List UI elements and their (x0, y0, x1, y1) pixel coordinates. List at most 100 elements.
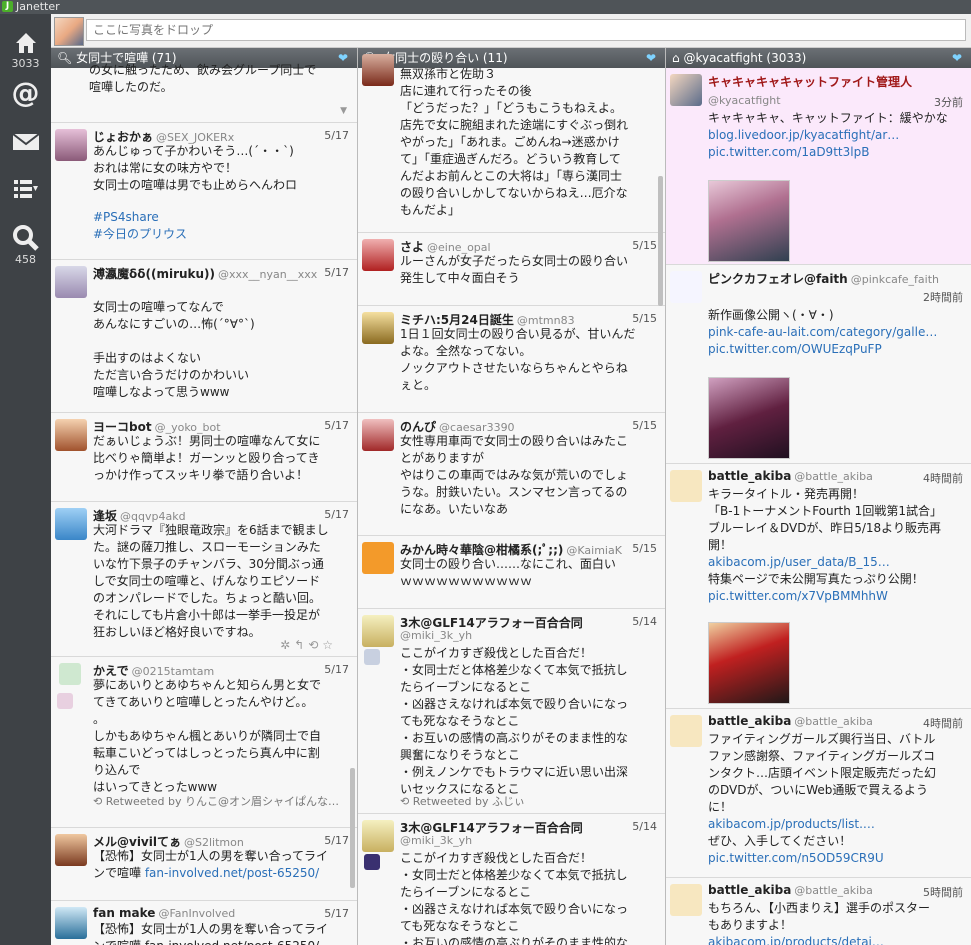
avatar[interactable] (55, 129, 87, 161)
tweet[interactable]: さよ @eine_opal 5/15 ルーさんが女子だったら女同士の殴り合い 発生… (358, 233, 665, 306)
tweet-link[interactable]: pink-cafe-au-lait.com/category/galle… (708, 325, 937, 339)
avatar[interactable] (55, 266, 87, 298)
tweet-link[interactable]: blog.livedoor.jp/kyacatfight/ar… (708, 128, 899, 142)
tweet-text: 【恐怖】女同士が1人の男を奪い合ってライ ンで喧嘩 fan-involved.n… (93, 849, 329, 880)
tweet[interactable]: の女に触ったため、飲み会グループ同士で 喧嘩したのだ。 ▼ (51, 63, 357, 123)
avatar[interactable] (55, 907, 87, 939)
tweet-text: 女性専用車両で女同士の殴り合いはみたこ とがありますが やはりこの車両ではみな気… (400, 434, 629, 516)
retweeter-avatar[interactable] (364, 854, 380, 870)
tweet[interactable]: fan make @FanInvolved 5/17 【恐怖】女同士が1人の男を奪… (51, 901, 357, 945)
tweet-author[interactable]: battle_akiba @battle_akiba (708, 469, 873, 483)
tweet-author[interactable]: battle_akiba @battle_akiba (708, 883, 873, 897)
column-header: ⌂ @kyacatfight (3033) ❤︎ (666, 48, 971, 68)
tweet-date: 5/17 (324, 907, 349, 920)
mentions-button[interactable]: @ (0, 78, 51, 108)
tweet[interactable]: キャキャキャキャットファイト管理人 @kyacatfight 3分前 キャキャキ… (666, 68, 971, 265)
tweet[interactable]: ミチハ:5月24日誕生 @mtmn83 5/15 1日１回女同士の殴り合い見るが、… (358, 306, 665, 413)
column-body[interactable]: キャキャキャキャットファイト管理人 @kyacatfight 3分前 キャキャキ… (666, 68, 971, 945)
tweet-date: 4時間前 (923, 472, 963, 485)
mail-icon (11, 133, 40, 150)
home-button[interactable]: 3033 (0, 30, 51, 70)
column-title: 女同士の殴り合い (11) (383, 51, 508, 65)
tweet[interactable]: battle_akiba @battle_akiba 4時間前 キラータイトル・発… (666, 464, 971, 709)
image-thumbnail[interactable] (708, 377, 790, 459)
twitter-bird-icon: ❤︎ (646, 51, 657, 65)
tweet-handle: @miki_3k_yh (400, 834, 473, 847)
tweet-author[interactable]: キャキャキャキャットファイト管理人 (708, 73, 912, 90)
tweet[interactable]: 逢坂 @qqvp4akd 5/17 大河ドラマ『独眼竜政宗』を6話まで観まし た。… (51, 502, 357, 657)
tweet-date: 5/17 (324, 419, 349, 432)
tweet[interactable]: ピンクカフェオレ@faith @pinkcafe_faith 2時間前 新作画像公… (666, 265, 971, 464)
home-count: 3033 (11, 57, 40, 70)
avatar[interactable] (362, 312, 394, 344)
tweet-date: 5/14 (632, 820, 657, 833)
tweet[interactable]: 無双孫市と佐助３ 店に連れて行ったその後 「どうだった？」「どうもこうもねえよ。… (358, 54, 665, 233)
avatar[interactable] (55, 419, 87, 451)
avatar[interactable] (362, 419, 394, 451)
tweet[interactable]: じょおかぁ @SEX_JOKERx 5/17 あんじゅって子かわいそう…(´・・`… (51, 123, 357, 260)
lists-button[interactable] (0, 178, 51, 203)
avatar[interactable] (59, 663, 81, 685)
tweet[interactable]: みかん時々華陰@柑橘系(;ﾟ;;) @KaimiaK 5/15 女同士の殴り合い…… (358, 536, 665, 609)
avatar[interactable] (362, 54, 394, 86)
home-icon (15, 33, 36, 53)
collapse-arrow-icon[interactable]: ▼ (340, 106, 347, 116)
tweet-author[interactable]: 溥瀛魔δδ((miruku)) @xxx__nyan__xxx (93, 265, 317, 282)
tweet-text: ルーさんが女子だったら女同士の殴り合い 発生して中々面白そう (400, 254, 629, 285)
tweet[interactable]: 3木@GLF14アラフォー百合合同 @miki_3k_yh 5/14 ここがイカ… (358, 609, 665, 814)
avatar[interactable] (55, 834, 87, 866)
tweet-text: 無双孫市と佐助３ 店に連れて行ったその後 「どうだった？」「どうもこうもねえよ。… (400, 67, 629, 217)
pic-link[interactable]: pic.twitter.com/OWUEzqPuFP (708, 342, 882, 356)
avatar[interactable] (670, 715, 702, 747)
avatar[interactable] (362, 820, 394, 852)
tweet-author[interactable]: fan make @FanInvolved (93, 906, 235, 920)
tweet-handle: @miki_3k_yh (400, 629, 473, 642)
retweeted-by: ⟲ Retweeted by りんこ@オン眉シャイぱんな… (93, 795, 340, 808)
pic-link[interactable]: pic.twitter.com/n5OD59CR9U (708, 851, 884, 865)
tweet[interactable]: のんぴ @caesar3390 5/15 女性専用車両で女同士の殴り合いはみたこ … (358, 413, 665, 536)
tweet[interactable]: 3木@GLF14アラフォー百合合同 @miki_3k_yh 5/14 ここがイカ… (358, 814, 665, 945)
tweet[interactable]: 溥瀛魔δδ((miruku)) @xxx__nyan__xxx 5/17 女同士の… (51, 260, 357, 413)
column-body[interactable]: の女に触ったため、飲み会グループ同士で 喧嘩したのだ。 ▼ じょおかぁ @SEX_… (51, 63, 357, 945)
tweet-date: 5/17 (324, 834, 349, 847)
scrollbar[interactable] (658, 176, 663, 306)
account-avatar[interactable] (54, 17, 84, 46)
app-title: Janetter (16, 0, 60, 13)
scrollbar[interactable] (350, 768, 355, 888)
tweet[interactable]: battle_akiba @battle_akiba 5時間前 もちろん、【小西ま… (666, 878, 971, 945)
photo-drop-input[interactable] (86, 19, 966, 41)
tweet-link[interactable]: akibacom.jp/user_data/B_15… (708, 555, 890, 569)
tweet-author[interactable]: battle_akiba @battle_akiba (708, 714, 873, 728)
image-thumbnail[interactable] (708, 622, 790, 704)
tweet-actions[interactable]: ✲↰⟲☆ (280, 638, 337, 652)
hashtags[interactable]: #PS4share #今日のプリウス (93, 209, 349, 243)
avatar[interactable] (670, 74, 702, 106)
avatar[interactable] (362, 542, 394, 574)
retweeter-avatar[interactable] (364, 649, 380, 665)
avatar[interactable] (670, 884, 702, 916)
tweet[interactable]: かえで @0215tamtam 5/17 夢にあいりとあゆちゃんと知らん男と女で … (51, 657, 357, 828)
avatar[interactable] (670, 470, 702, 502)
image-thumbnail[interactable] (708, 180, 790, 262)
app-logo-icon: J (2, 1, 13, 12)
tweet[interactable]: ヨーコbot @_yoko_bot 5/17 だぁいじょうぶ！男同士の喧嘩なんて女… (51, 413, 357, 502)
tweet-date: 5/17 (324, 266, 349, 279)
avatar[interactable] (670, 271, 702, 303)
retweeter-avatar[interactable] (57, 693, 73, 709)
pic-link[interactable]: pic.twitter.com/1aD9tt3lpB (708, 145, 869, 159)
column-body[interactable]: 無双孫市と佐助３ 店に連れて行ったその後 「どうだった？」「どうもこうもねえよ。… (358, 54, 665, 945)
messages-button[interactable] (0, 132, 51, 155)
avatar[interactable] (362, 239, 394, 271)
tweet[interactable]: メル@vivilてぁ @S2litmon 5/17 【恐怖】女同士が1人の男を奪い… (51, 828, 357, 901)
avatar[interactable] (362, 615, 394, 647)
search-button[interactable]: 458 (0, 224, 51, 266)
column-3: ⌂ @kyacatfight (3033) ❤︎ キャキャキャキャットファイト管… (666, 48, 971, 945)
pic-link[interactable]: pic.twitter.com/x7VpBMMhhW (708, 589, 888, 603)
tweet-link[interactable]: fan-involved.net/post-65250/ (145, 866, 319, 880)
tweet-author[interactable]: ピンクカフェオレ@faith @pinkcafe_faith (708, 270, 939, 287)
tweet[interactable]: battle_akiba @battle_akiba 4時間前 ファイティングガー… (666, 709, 971, 878)
avatar[interactable] (55, 508, 87, 540)
tweet-link[interactable]: akibacom.jp/products/detai… (708, 935, 884, 945)
tweet-date: 5/17 (324, 508, 349, 521)
tweet-link[interactable]: akibacom.jp/products/list.… (708, 817, 875, 831)
